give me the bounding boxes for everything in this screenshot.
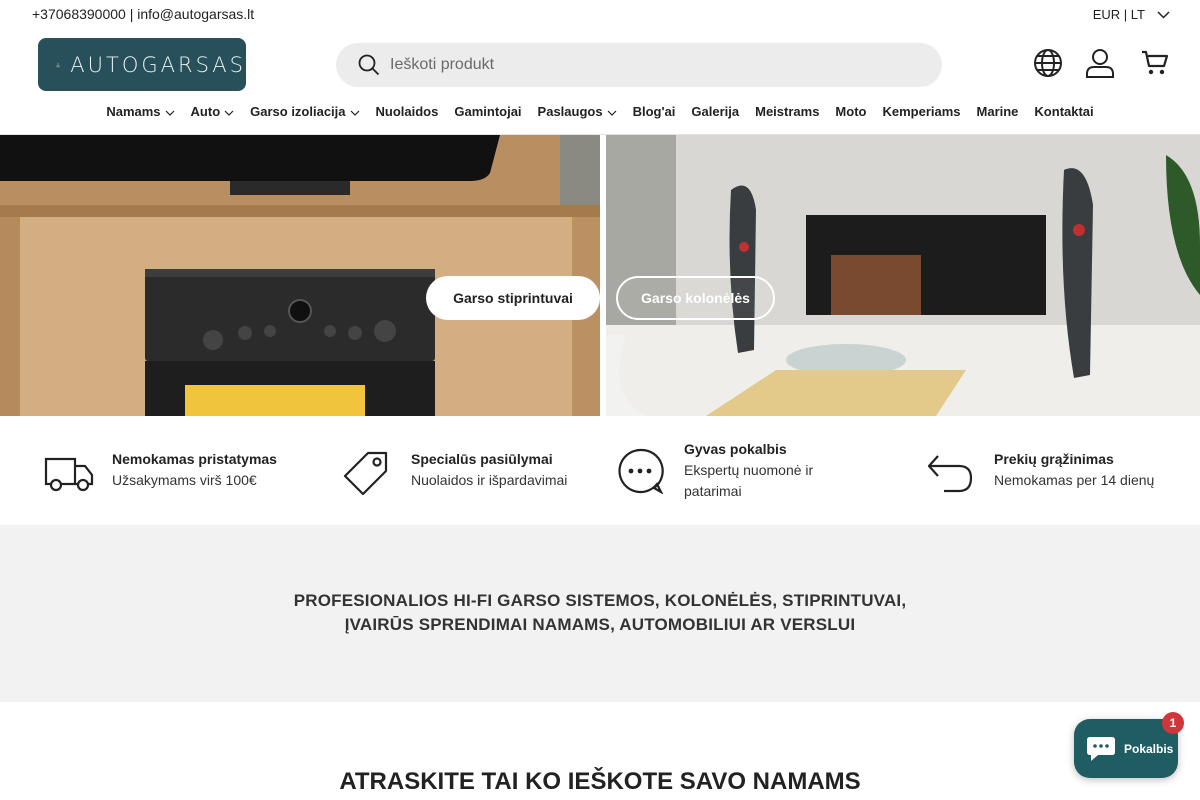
feature-special-offers-text: Specialūs pasiūlymai Nuolaidos ir išpard… — [411, 449, 567, 491]
search-input[interactable] — [390, 56, 890, 74]
nav-item-auto[interactable]: Auto — [183, 104, 243, 134]
search-bar[interactable] — [336, 43, 942, 87]
nav-item-kontaktai[interactable]: Kontaktai — [1026, 104, 1101, 134]
nav-item-label: Auto — [190, 104, 221, 119]
nav-item-paslaugos[interactable]: Paslaugos — [530, 104, 625, 134]
nav-item-galerija[interactable]: Galerija — [683, 104, 747, 134]
statement-line-2: ĮVAIRŪS SPRENDIMAI NAMAMS, AUTOMOBILIUI … — [344, 615, 856, 634]
feature-subtitle: patarimai — [684, 483, 742, 499]
site-logo[interactable]: AUTOGARSAS — [38, 38, 246, 91]
feature-title: Specialūs pasiūlymai — [411, 451, 553, 467]
feature-subtitle: Nuolaidos ir išpardavimai — [411, 472, 568, 488]
nav-item-label: Garso izoliacija — [250, 104, 346, 119]
feature-returns-text: Prekių grąžinimas Nemokamas per 14 dienų — [994, 449, 1154, 491]
cart-icon — [1142, 50, 1169, 75]
return-arrow-icon — [927, 455, 973, 493]
top-bar: +37068390000 | info@autogarsas.lt EUR | … — [0, 0, 1200, 30]
feature-title: Prekių grąžinimas — [994, 451, 1114, 467]
statement-line-1: PROFESIONALIOS HI-FI GARSO SISTEMOS, KOL… — [293, 591, 907, 610]
language-button[interactable] — [1031, 46, 1065, 80]
nav-item-label: Kontaktai — [1034, 104, 1094, 119]
feature-returns — [926, 448, 974, 496]
nav-item-label: Meistrams — [755, 104, 820, 119]
chevron-down-icon — [607, 110, 617, 116]
feature-subtitle: Užsakymams virš 100€ — [112, 472, 257, 488]
section-title: ATRASKITE TAI KO IEŠKOTE SAVO NAMAMS — [339, 768, 861, 795]
globe-icon — [1034, 49, 1062, 77]
nav-item-label: Galerija — [691, 104, 740, 119]
nav-item-gamintojai[interactable]: Gamintojai — [446, 104, 529, 134]
statement-band: PROFESIONALIOS HI-FI GARSO SISTEMOS, KOL… — [0, 525, 1200, 702]
logo-text: AUTOGARSAS — [70, 52, 246, 77]
feature-subtitle: Nemokamas per 14 dienų — [994, 472, 1155, 488]
nav-item-kemperiams[interactable]: Kemperiams — [874, 104, 968, 134]
search-icon[interactable] — [358, 54, 380, 76]
feature-free-shipping-text: Nemokamas pristatymas Užsakymams virš 10… — [112, 449, 277, 491]
chat-notification-badge: 1 — [1162, 712, 1184, 734]
nav-item-garso-izoliacija[interactable]: Garso izoliacija — [242, 104, 367, 134]
truck-icon — [44, 457, 94, 492]
nav-item-label: Marine — [976, 104, 1019, 119]
logo-mark-icon — [56, 61, 61, 68]
feature-subtitle: Ekspertų nuomonė ir — [684, 462, 814, 478]
amplifiers-button[interactable]: Garso stiprintuvai — [426, 276, 600, 320]
locale-label: EUR | LT — [1092, 7, 1145, 22]
nav-item-label: Moto — [835, 104, 867, 119]
account-button[interactable] — [1083, 46, 1117, 80]
tag-icon — [343, 451, 388, 496]
feature-free-shipping — [44, 454, 94, 494]
nav-item-blog-ai[interactable]: Blog'ai — [625, 104, 684, 134]
nav-item-label: Blog'ai — [632, 104, 676, 119]
feature-live-chat — [618, 448, 664, 494]
chevron-down-icon — [165, 110, 174, 116]
chevron-down-icon — [350, 110, 359, 116]
contact-info[interactable]: +37068390000 | info@autogarsas.lt — [32, 6, 254, 22]
nav-item-label: Gamintojai — [454, 104, 522, 119]
nav-item-meistrams[interactable]: Meistrams — [747, 104, 827, 134]
hero-banner: Garso stiprintuvai Garso kolonėlės — [0, 135, 1200, 416]
chat-widget-label: Pokalbis — [1124, 741, 1174, 756]
feature-special-offers — [342, 450, 390, 496]
feature-title: Nemokamas pristatymas — [112, 451, 277, 467]
nav-item-namams[interactable]: Namams — [98, 104, 182, 134]
nav-item-nuolaidos[interactable]: Nuolaidos — [368, 104, 447, 134]
account-icon — [1086, 49, 1114, 78]
chevron-down-icon — [224, 110, 234, 116]
nav-item-label: Kemperiams — [882, 104, 961, 119]
features-row: Nemokamas pristatymas Užsakymams virš 10… — [0, 416, 1200, 525]
nav-item-label: Nuolaidos — [375, 104, 439, 119]
nav-item-label: Namams — [106, 104, 161, 119]
main-navigation: Namams Auto Garso izoliacija Nuolaidos Gamin… — [0, 104, 1200, 134]
chat-bubble-icon — [618, 448, 664, 494]
feature-title: Gyvas pokalbis — [684, 441, 787, 457]
feature-live-chat-text: Gyvas pokalbis Ekspertų nuomonė ir patar… — [684, 439, 813, 502]
chat-icon — [1087, 736, 1115, 761]
nav-item-moto[interactable]: Moto — [827, 104, 874, 134]
chevron-down-icon — [1157, 10, 1170, 19]
nav-item-marine[interactable]: Marine — [969, 104, 1027, 134]
speakers-button[interactable]: Garso kolonėlės — [616, 276, 775, 320]
currency-language-selector[interactable]: EUR | LT — [1093, 7, 1170, 22]
nav-item-label: Paslaugos — [537, 104, 603, 119]
cart-button[interactable] — [1138, 46, 1172, 80]
